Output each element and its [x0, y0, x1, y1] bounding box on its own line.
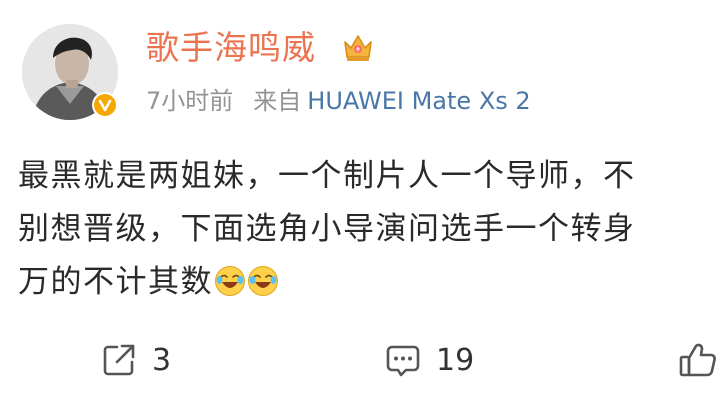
post-meta: 7小时前 来自 HUAWEI Mate Xs 2	[146, 82, 531, 120]
username[interactable]: 歌手海鸣威	[146, 22, 316, 74]
from-label: 来自	[253, 87, 302, 115]
device-link[interactable]: HUAWEI Mate Xs 2	[307, 87, 530, 115]
thumbs-up-icon	[679, 343, 716, 377]
avatar-container[interactable]	[22, 24, 118, 120]
content-line-3: 万的不计其数	[18, 264, 213, 300]
crown-icon[interactable]	[340, 30, 376, 66]
action-bar: 3 19	[0, 330, 720, 390]
laugh-cry-icon	[215, 266, 245, 296]
comment-count: 19	[436, 342, 475, 378]
like-button[interactable]	[678, 330, 718, 390]
content-line-3-wrap: 万的不计其数	[18, 256, 720, 309]
post-content: 最黑就是两姐妹，一个制片人一个导师，不 别想晋级，下面选角小导演问选手一个转身 …	[18, 150, 720, 309]
repost-button[interactable]: 3	[100, 330, 171, 390]
comment-icon	[386, 345, 420, 377]
content-line-1: 最黑就是两姐妹，一个制片人一个导师，不	[18, 158, 636, 194]
verified-v-icon	[98, 99, 112, 112]
verified-badge	[92, 92, 118, 118]
content-line-2: 别想晋级，下面选角小导演问选手一个转身	[18, 211, 636, 247]
laugh-cry-icon	[248, 266, 278, 296]
comment-button[interactable]: 19	[384, 330, 474, 390]
repost-count: 3	[152, 342, 172, 378]
weibo-post: 歌手海鸣威 7小时前 来自 HUAWEI Mate Xs 2 最黑就是两姐妹，一个制…	[0, 0, 720, 405]
post-time: 7小时前	[146, 87, 234, 115]
repost-icon	[103, 344, 135, 376]
